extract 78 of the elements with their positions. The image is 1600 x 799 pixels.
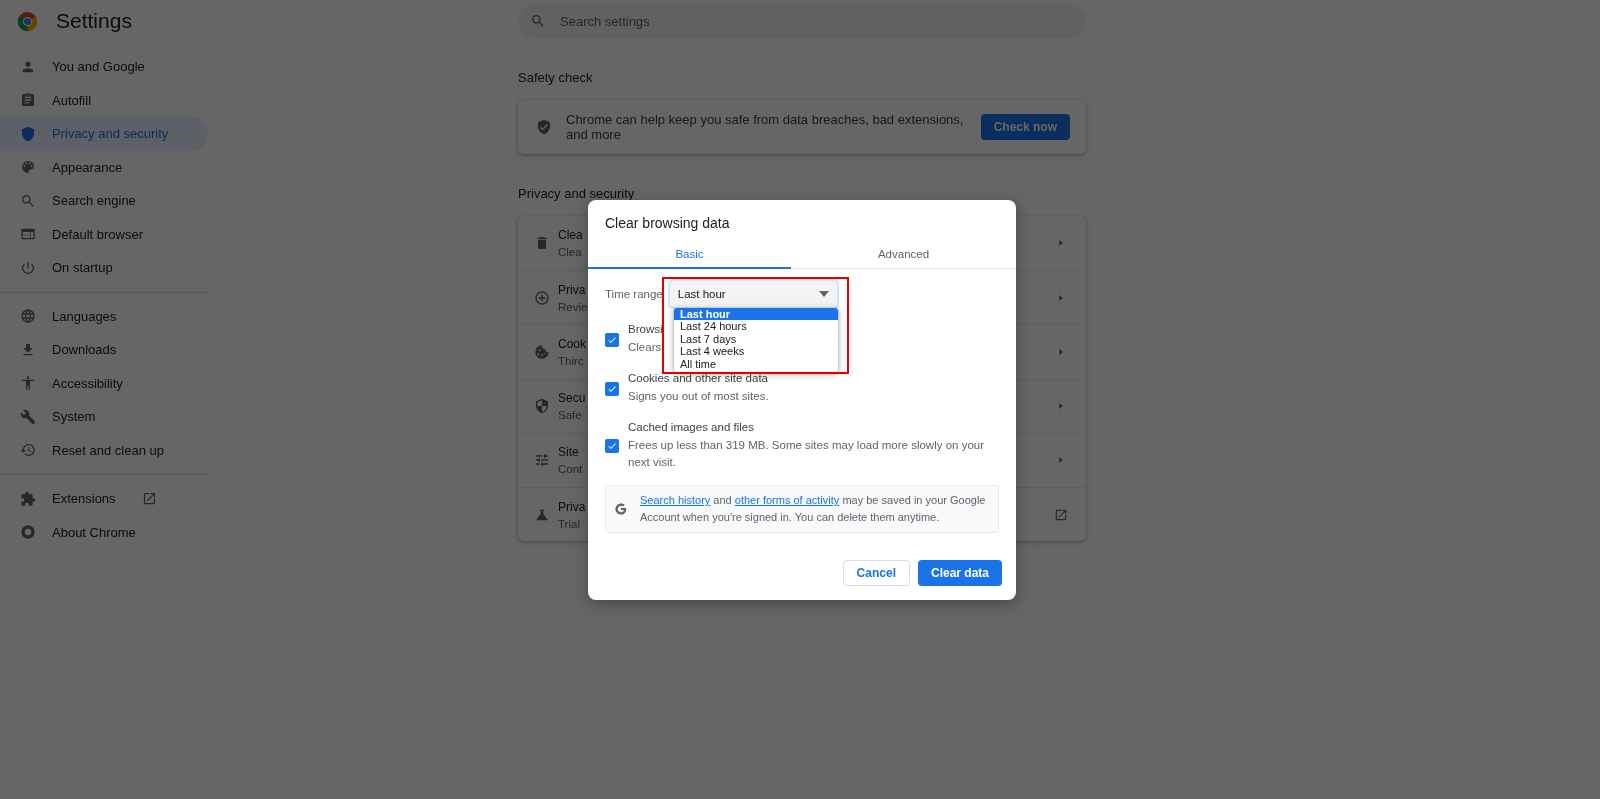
option-title: Cached images and files [628,421,754,433]
sidebar-item[interactable]: Accessibility [0,366,208,400]
row-subtitle: Revie [558,300,588,313]
dropdown-option[interactable]: Last 4 weeks [674,345,838,358]
row-title: Site [558,445,579,460]
power-icon [20,259,36,276]
search-icon [530,13,546,29]
external-link-icon [141,491,157,507]
clipboard-icon [20,92,36,109]
sliders-icon [534,452,550,469]
row-subtitle: Thirc [558,354,584,367]
tab[interactable]: Basic [588,240,791,269]
search-icon [20,192,36,209]
dropdown-option[interactable]: All time [674,357,838,371]
sidebar-item[interactable]: Autofill [0,83,208,117]
checkbox[interactable] [605,332,619,347]
trash-icon [534,235,550,252]
sidebar-item[interactable]: Languages [0,299,208,333]
cookie-icon [534,343,550,360]
sidebar-item[interactable]: On startup [0,251,208,285]
link[interactable]: other forms of activity [734,494,840,506]
sidebar-item[interactable]: You and Google [0,50,208,84]
check-now-button[interactable]: Check now [980,114,1070,140]
row-subtitle: Safe [558,409,582,422]
sidebar-item[interactable]: Extensions [0,482,208,516]
wrench-icon [20,408,36,425]
history-icon [20,442,36,459]
sidebar-item[interactable]: Search engine [0,184,208,218]
time-range-dropdown[interactable]: Last hour [668,279,838,308]
palette-icon [20,159,36,176]
dropdown-option[interactable]: Last 7 days [674,332,838,346]
sidebar-item[interactable]: About Chrome [0,515,208,549]
row-title: Priva [558,282,586,297]
option-description: Clears [628,340,662,355]
info-text: Search history and other forms of activity may be saved in your Google Account when you're signed in. You can delete them anytime. [640,493,987,525]
tab[interactable]: Advanced [791,240,1016,269]
download-icon [20,341,36,358]
row-subtitle: Clea [558,246,582,259]
row-title: Cook [558,336,586,351]
section-heading: Privacy and security [518,186,636,201]
option-title: Browsi [628,323,663,335]
safety-check-text: Chrome can help keep you safe from data breaches, bad extensions, and more [566,112,965,142]
sidebar-item[interactable]: Privacy and security [0,117,208,151]
browser-logo-icon [17,10,38,32]
sidebar-item[interactable]: Reset and clean up [0,433,208,467]
puzzle-piece-icon [20,490,36,507]
sidebar-item[interactable]: Downloads [0,333,208,367]
section-heading: Safety check [518,70,594,85]
row-title: Secu [558,391,586,406]
field-label: Time range [605,287,663,300]
external-link-icon [1054,507,1068,522]
shield-icon [20,125,36,142]
dropdown-option[interactable]: Last hour [674,308,838,321]
row-title: Priva [558,499,586,514]
option-description: Frees up less than 319 MB. Some sites may load more slowly on your next visit. [628,438,986,470]
sidebar-item[interactable]: Default browser [0,217,208,251]
cancel-button[interactable]: Cancel [842,560,910,586]
sidebar-item[interactable]: System [0,400,208,434]
shield-check-icon [536,119,552,135]
option-title: Cookies and other site data [628,372,768,384]
dialog-title: Clear browsing data [604,214,731,233]
chrome-ring-icon [20,524,36,541]
letter-g-icon [614,502,628,516]
option-description: Signs you out of most sites. [628,389,769,404]
link[interactable]: Search history [640,494,711,506]
app-title: Settings [56,9,132,33]
row-title: Clea [558,228,583,243]
caret-icon [818,290,829,297]
checkbox[interactable] [605,381,619,396]
accessibility-icon [20,375,36,392]
search-field[interactable]: Search settings [518,4,1086,38]
clear-data-button[interactable]: Clear data [917,560,1002,586]
shield-icon [534,398,550,415]
dropdown-option[interactable]: Last 24 hours [674,320,838,333]
row-subtitle: Cont [558,463,583,476]
row-subtitle: Trial [558,517,580,530]
globe-icon [20,308,36,325]
checkbox[interactable] [605,439,619,453]
